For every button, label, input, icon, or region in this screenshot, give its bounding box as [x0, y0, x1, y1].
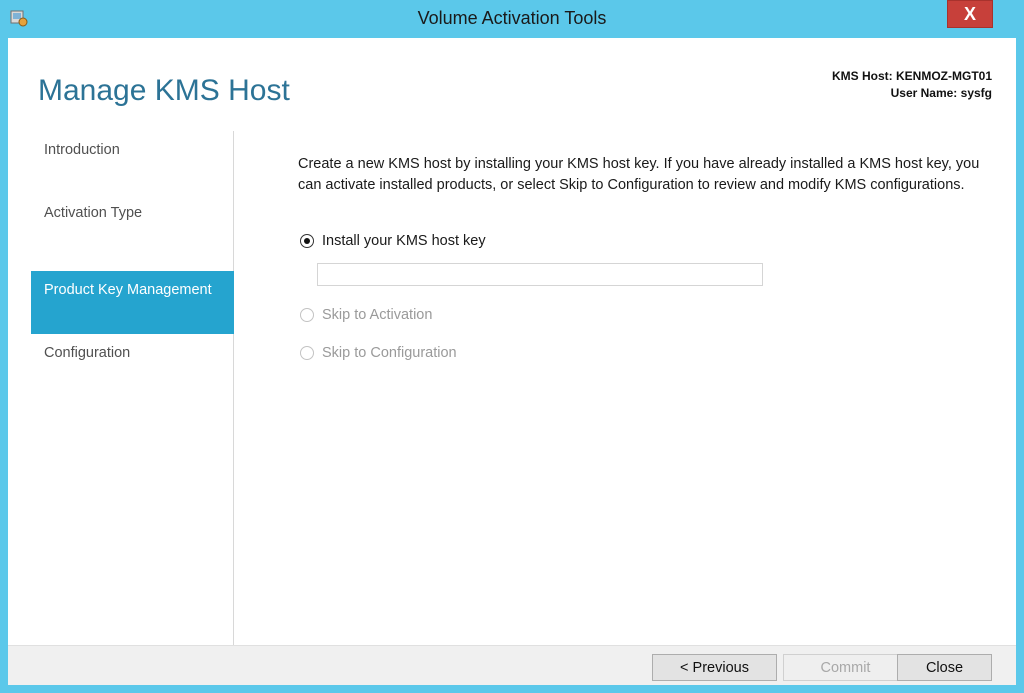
- description-text: Create a new KMS host by installing your…: [298, 156, 980, 193]
- close-icon[interactable]: X: [947, 0, 993, 28]
- radio-skip-to-configuration[interactable]: [300, 346, 314, 360]
- wizard-nav: Introduction Activation Type Product Key…: [8, 131, 234, 645]
- nav-item-product-key-management[interactable]: Product Key Management: [31, 271, 234, 334]
- radio-install-kms-key[interactable]: [300, 234, 314, 248]
- wizard-client-area: Manage KMS Host KMS Host: KENMOZ-MGT01 U…: [8, 38, 1016, 685]
- close-button[interactable]: Close: [897, 654, 992, 681]
- option-skip-to-configuration-label: Skip to Configuration: [322, 345, 457, 361]
- nav-item-introduction[interactable]: Introduction: [31, 131, 234, 194]
- host-info: KMS Host: KENMOZ-MGT01 User Name: sysfg: [832, 68, 992, 102]
- previous-button[interactable]: < Previous: [652, 654, 777, 681]
- kms-host-key-input[interactable]: [317, 263, 763, 286]
- nav-item-activation-type[interactable]: Activation Type: [31, 194, 234, 257]
- option-skip-to-configuration[interactable]: Skip to Configuration: [300, 342, 457, 364]
- option-skip-to-activation-label: Skip to Activation: [322, 307, 433, 323]
- nav-item-configuration[interactable]: Configuration: [31, 334, 234, 397]
- wizard-footer: < Previous Commit Close: [8, 645, 1016, 685]
- window-title: Volume Activation Tools: [417, 8, 607, 28]
- option-skip-to-activation[interactable]: Skip to Activation: [300, 304, 432, 326]
- radio-skip-to-activation[interactable]: [300, 308, 314, 322]
- title-bar[interactable]: Volume Activation Tools X: [0, 0, 1024, 38]
- user-name-label: User Name: sysfg: [890, 86, 992, 100]
- option-install-kms-key[interactable]: Install your KMS host key: [300, 230, 486, 252]
- commit-button[interactable]: Commit: [783, 654, 908, 681]
- page-title: Manage KMS Host: [38, 74, 290, 107]
- kms-host-label: KMS Host: KENMOZ-MGT01: [832, 69, 992, 83]
- window-frame: Volume Activation Tools X Manage KMS Hos…: [0, 0, 1024, 693]
- option-install-kms-key-label: Install your KMS host key: [322, 233, 486, 249]
